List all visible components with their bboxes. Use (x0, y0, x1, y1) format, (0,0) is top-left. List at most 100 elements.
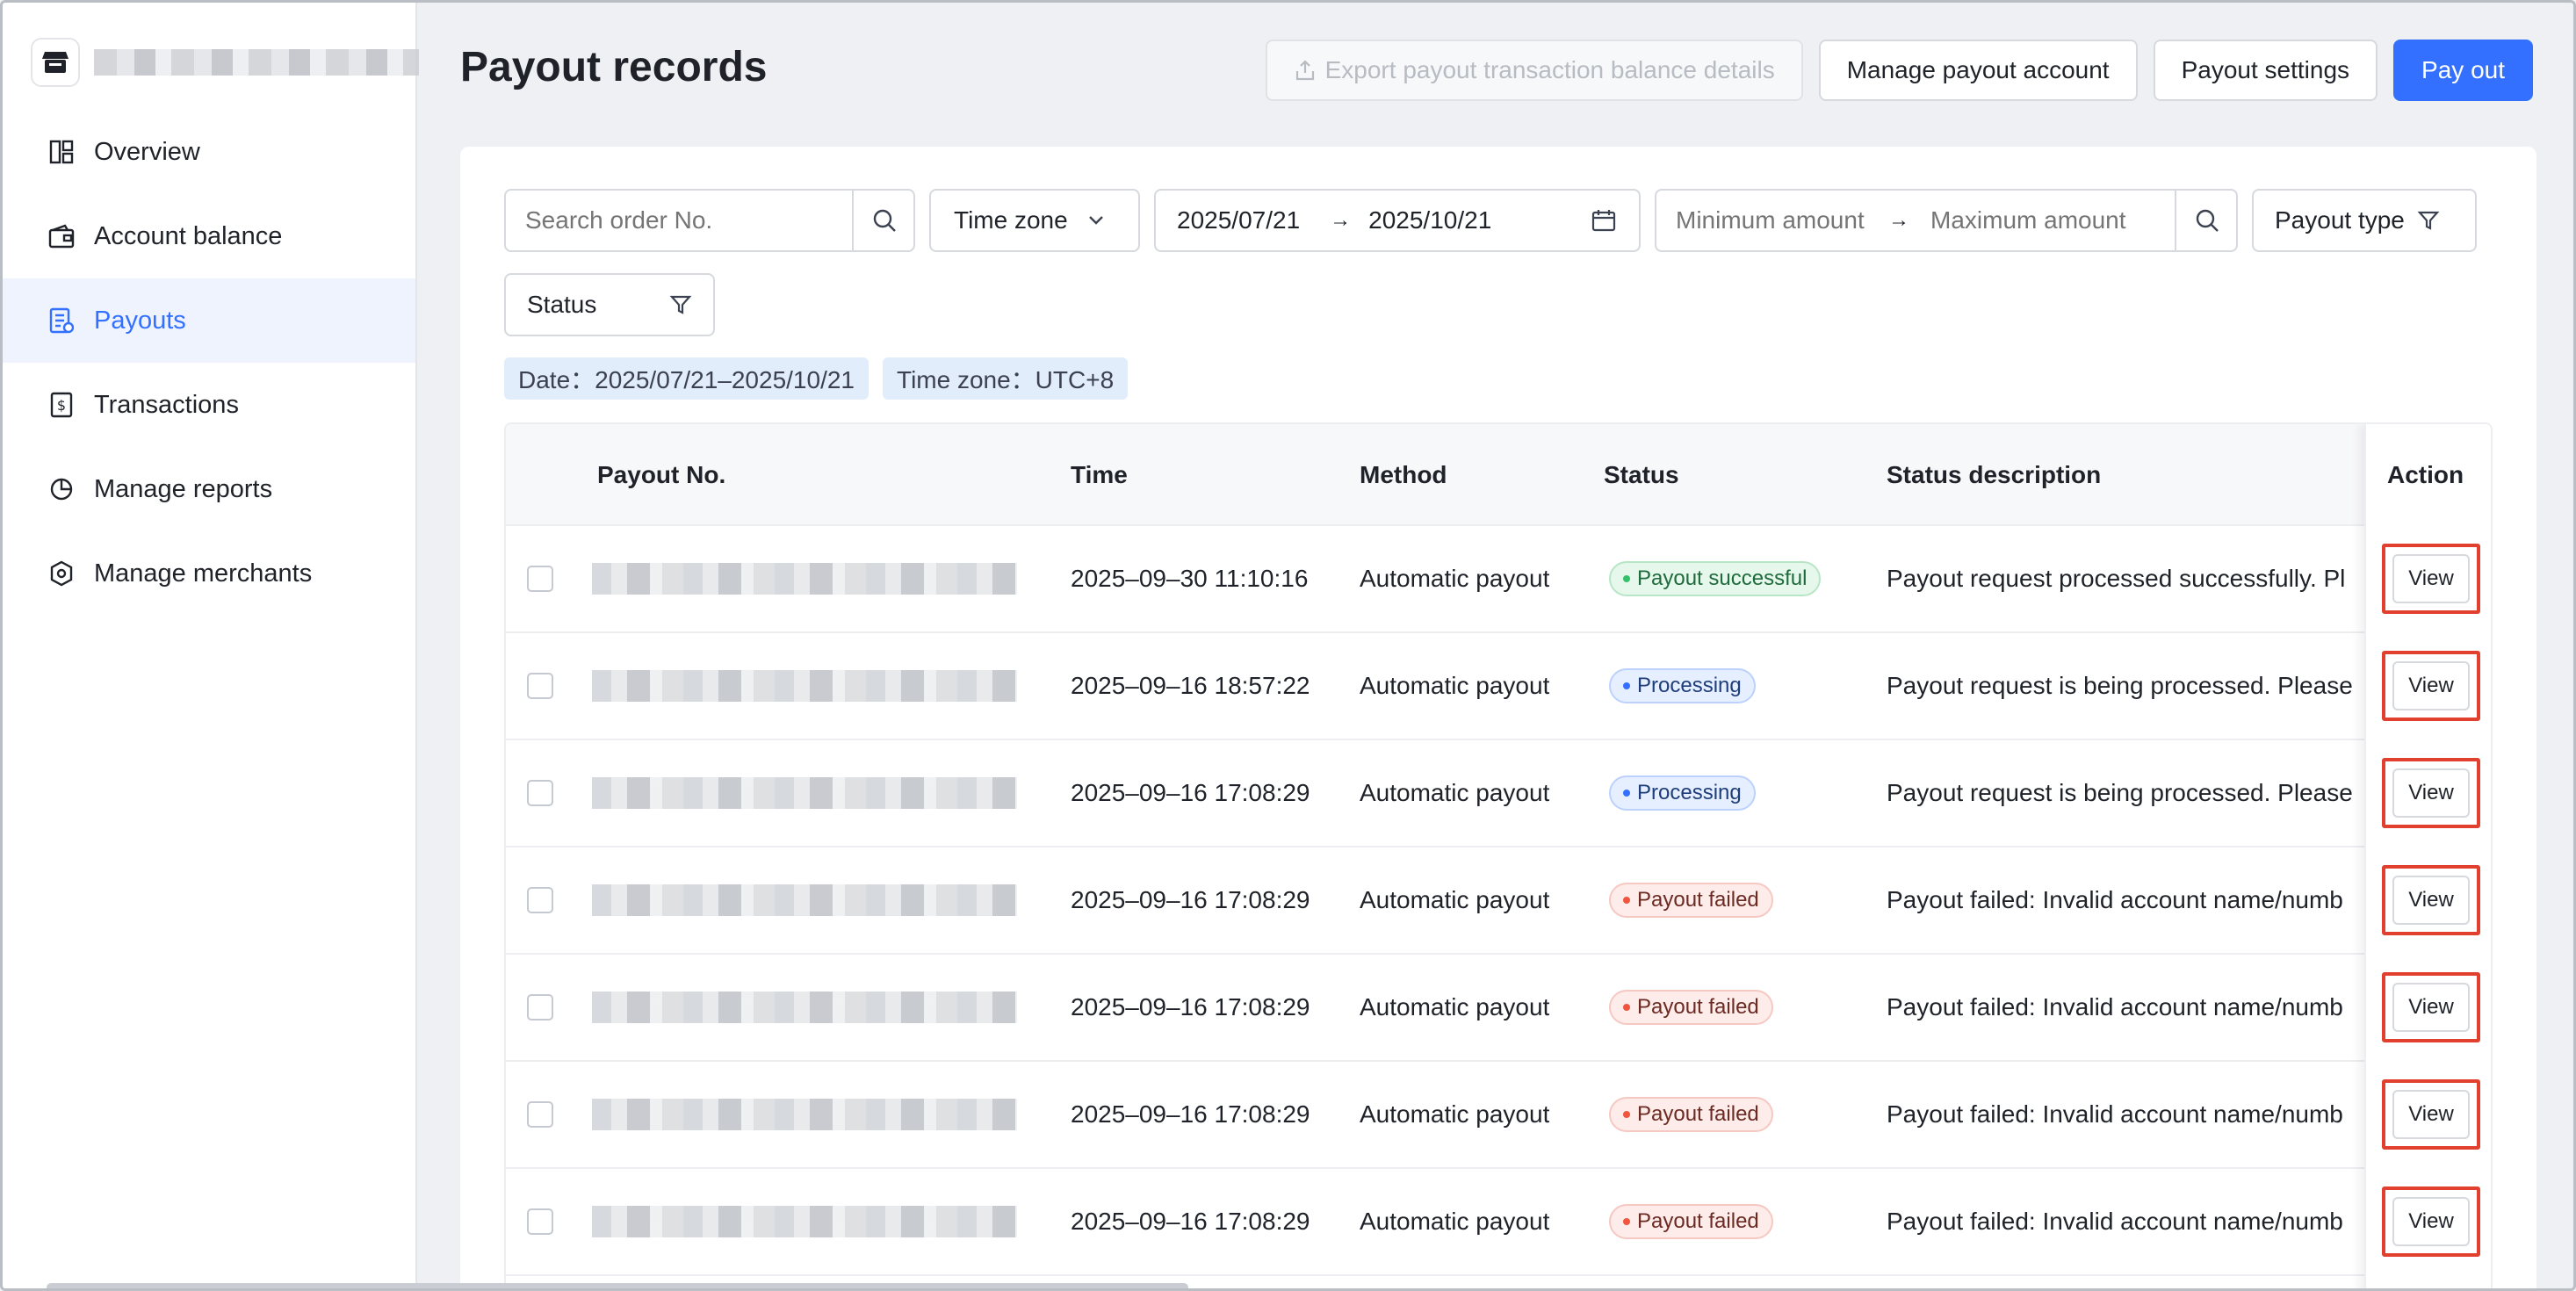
status-filter-label: Status (527, 291, 597, 318)
search-button[interactable] (852, 191, 915, 250)
view-button[interactable]: View (2392, 876, 2470, 925)
table-row: 2025–09–16 17:08:29 Automatic payout Payou… (506, 847, 2491, 955)
status-badge-label: Processing (1637, 781, 1742, 804)
filter-icon (2417, 211, 2440, 230)
sidebar-item-label: Transactions (94, 390, 239, 419)
status-cell: Payout failed (1609, 1062, 1773, 1167)
column-time: Time (1071, 461, 1128, 488)
sidebar-item-manage-merchants[interactable]: Manage merchants (3, 531, 415, 616)
status-dot-icon (1623, 1218, 1630, 1225)
export-label: Export payout transaction balance detail… (1324, 56, 1775, 83)
payout-no-cell (592, 526, 1017, 631)
sidebar-item-transactions[interactable]: $ Transactions (3, 363, 415, 447)
view-button[interactable]: View (2392, 554, 2470, 603)
row-checkbox[interactable] (527, 1208, 553, 1235)
timezone-select[interactable]: Time zone (929, 189, 1140, 252)
sidebar-item-label: Account balance (94, 221, 283, 250)
payout-no-redacted (592, 777, 1017, 809)
export-button[interactable]: Export payout transaction balance detail… (1265, 40, 1803, 101)
view-button[interactable]: View (2392, 661, 2470, 710)
status-filter[interactable]: Status (504, 273, 715, 336)
table-row: 2025–09–30 11:10:16 Automatic payout Payou… (506, 526, 2491, 633)
status-cell: Processing (1609, 633, 1756, 739)
amount-range: → (1655, 189, 2238, 252)
search-field (504, 189, 915, 252)
payout-type-label: Payout type (2275, 206, 2405, 234)
wallet-icon (47, 221, 76, 251)
time-cell: 2025–09–16 17:08:29 (1071, 886, 1310, 913)
view-highlight-box: View (2382, 758, 2480, 828)
status-badge: Payout successful (1609, 561, 1822, 596)
action-column: Action View View View View View View View (2364, 424, 2491, 1288)
view-button[interactable]: View (2392, 768, 2470, 818)
payout-no-cell (592, 740, 1017, 846)
sidebar-item-overview[interactable]: Overview (3, 110, 415, 194)
payout-type-filter[interactable]: Payout type (2252, 189, 2477, 252)
table-row: 2025–09–16 17:08:29 Automatic payout Payou… (506, 955, 2491, 1062)
status-badge: Payout failed (1609, 1204, 1773, 1239)
manage-payout-account-button[interactable]: Manage payout account (1818, 40, 2138, 101)
payout-no-cell (592, 1169, 1017, 1274)
merchant-name-redacted (94, 49, 419, 76)
sidebar-item-label: Payouts (94, 306, 186, 335)
status-cell: Payout failed (1609, 955, 1773, 1060)
payout-no-redacted (592, 563, 1017, 595)
timezone-label: Time zone (954, 206, 1068, 234)
column-payout-no: Payout No. (597, 461, 726, 488)
amount-range-arrow: → (1888, 208, 1909, 232)
row-checkbox[interactable] (527, 887, 553, 913)
view-highlight-box: View (2382, 1186, 2480, 1257)
sidebar-item-label: Manage reports (94, 474, 273, 503)
row-checkbox[interactable] (527, 566, 553, 592)
chevron-down-icon (1088, 216, 1103, 225)
row-checkbox[interactable] (527, 994, 553, 1021)
brand[interactable] (31, 38, 419, 87)
search-input[interactable] (525, 206, 868, 234)
row-select-cell (527, 955, 553, 1060)
status-badge: Payout failed (1609, 883, 1773, 918)
sidebar-item-payouts[interactable]: Payouts (3, 278, 415, 363)
row-select-cell (527, 633, 553, 739)
view-highlight-box: View (2382, 651, 2480, 721)
horizontal-scrollbar[interactable] (47, 1283, 1188, 1288)
search-icon (2196, 209, 2219, 232)
date-range-picker[interactable]: 2025/07/21 → 2025/10/21 (1154, 189, 1641, 252)
payout-no-cell (592, 847, 1017, 953)
method-cell: Automatic payout (1360, 779, 1550, 806)
row-select-cell (527, 740, 553, 846)
hexagon-icon (47, 559, 76, 588)
pie-chart-icon (47, 474, 76, 504)
status-badge-label: Payout failed (1637, 888, 1759, 912)
calendar-icon (1591, 210, 1616, 232)
payout-settings-button[interactable]: Payout settings (2153, 40, 2378, 101)
payout-doc-icon (47, 306, 76, 335)
column-status: Status (1604, 461, 1679, 488)
view-button[interactable]: View (2392, 1090, 2470, 1139)
status-cell: Payout failed (1609, 847, 1773, 953)
time-cell: 2025–09–16 17:08:29 (1071, 1208, 1310, 1235)
max-amount-input[interactable] (1930, 206, 2159, 234)
page-title: Payout records (460, 44, 768, 90)
sidebar-item-account-balance[interactable]: Account balance (3, 194, 415, 278)
status-badge-label: Processing (1637, 674, 1742, 697)
row-checkbox[interactable] (527, 1101, 553, 1128)
pay-out-button[interactable]: Pay out (2393, 40, 2533, 101)
row-select-cell (527, 526, 553, 631)
row-select-cell (527, 847, 553, 953)
row-checkbox[interactable] (527, 780, 553, 806)
timezone-filter-tag: Time zone：UTC+8 (883, 357, 1129, 400)
min-amount-input[interactable] (1676, 206, 1885, 234)
method-cell: Automatic payout (1360, 565, 1550, 592)
row-checkbox[interactable] (527, 673, 553, 699)
view-highlight-box: View (2382, 972, 2480, 1042)
amount-search-button[interactable] (2175, 191, 2238, 250)
status-dot-icon (1623, 575, 1630, 582)
payout-table: Payout No. Time Method Status Status des… (504, 422, 2493, 1288)
status-badge-label: Payout successful (1637, 566, 1808, 590)
view-button[interactable]: View (2392, 1197, 2470, 1246)
header-actions: Export payout transaction balance detail… (1265, 40, 2533, 101)
payout-no-redacted (592, 1099, 1017, 1130)
view-button[interactable]: View (2392, 983, 2470, 1032)
sidebar-item-manage-reports[interactable]: Manage reports (3, 447, 415, 531)
sidebar-item-label: Overview (94, 137, 200, 166)
